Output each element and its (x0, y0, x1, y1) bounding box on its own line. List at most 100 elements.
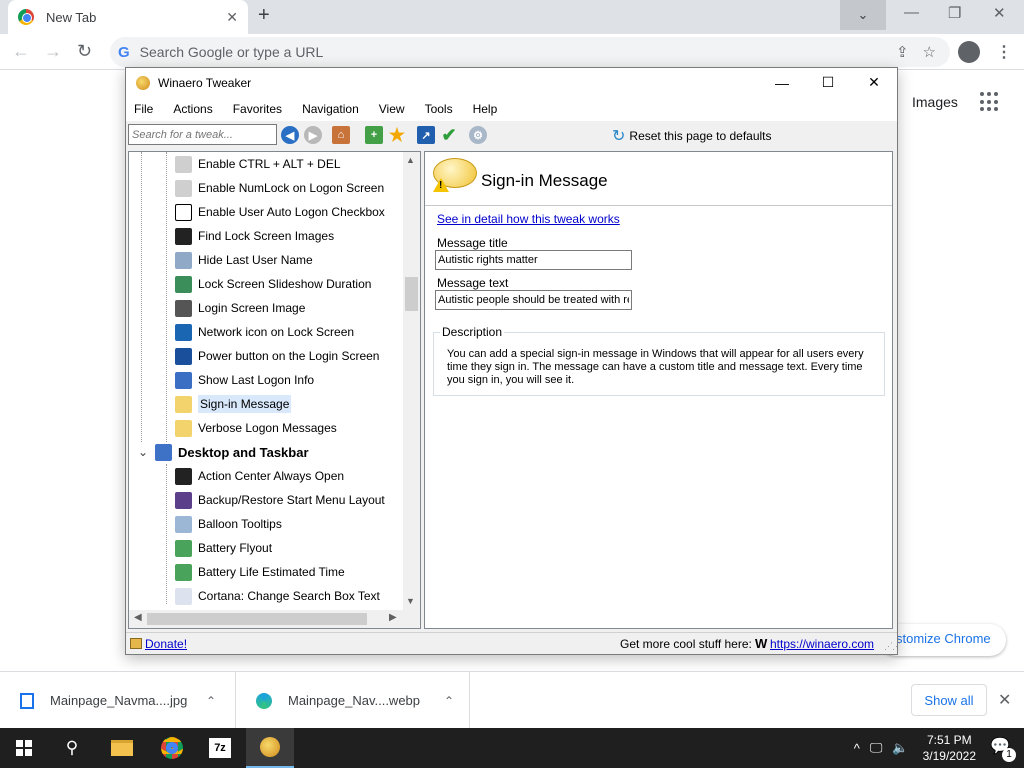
scroll-right-icon[interactable]: ▶ (389, 612, 397, 623)
winaero-website-link[interactable]: https://winaero.com (770, 637, 874, 651)
menu-tools[interactable]: Tools (425, 102, 453, 116)
tree-item[interactable]: Verbose Logon Messages (129, 416, 403, 440)
tab-new-tab[interactable]: New Tab ✕ (8, 0, 248, 34)
tree-item[interactable]: Network icon on Lock Screen (129, 320, 403, 344)
browser-close-button[interactable]: ✕ (993, 4, 1006, 22)
tree-item[interactable]: Find Lock Screen Images (129, 224, 403, 248)
tree-vertical-scrollbar[interactable]: ▲ ▼ (403, 152, 420, 610)
taskbar-winaero-tweaker[interactable] (246, 728, 294, 768)
menu-view[interactable]: View (379, 102, 405, 116)
window-minimize-button[interactable]: — (759, 75, 805, 91)
tree-item-label: Hide Last User Name (198, 253, 313, 267)
settings-gear-icon[interactable]: ⚙ (469, 126, 487, 144)
menu-favorites[interactable]: Favorites (233, 102, 282, 116)
taskbar-chrome[interactable] (148, 728, 196, 768)
tab-search-button[interactable]: ⌄ (840, 0, 886, 30)
download-item[interactable]: Mainpage_Nav....webp ⌃ (236, 672, 470, 729)
message-title-input[interactable] (435, 250, 632, 270)
download-options-chevron-icon[interactable]: ⌃ (206, 694, 216, 708)
tree-item[interactable]: Battery Flyout (129, 536, 403, 560)
tree-item-label: Lock Screen Slideshow Duration (198, 277, 372, 291)
tree-item-label: Enable User Auto Logon Checkbox (198, 205, 385, 219)
menu-actions[interactable]: Actions (173, 102, 212, 116)
forward-icon[interactable]: → (44, 41, 62, 62)
tree-category[interactable]: ⌄ Desktop and Taskbar (129, 440, 403, 464)
download-options-chevron-icon[interactable]: ⌃ (444, 694, 454, 708)
back-icon[interactable]: ← (12, 41, 30, 62)
tree-item[interactable]: Show Last Logon Info (129, 368, 403, 392)
collapse-chevron-icon[interactable]: ⌄ (133, 445, 153, 459)
tree-item-label: Find Lock Screen Images (198, 229, 335, 243)
taskbar-7zip[interactable]: 7z (196, 728, 244, 768)
window-close-button[interactable]: ✕ (851, 74, 897, 91)
tree-item[interactable]: Cortana: Change Search Box Text (129, 584, 403, 608)
chrome-menu-icon[interactable]: ⋮ (996, 42, 1012, 62)
star-icon[interactable]: ☆ (923, 43, 936, 61)
tree-item[interactable]: Action Center Always Open (129, 464, 403, 488)
tree-item[interactable]: Lock Screen Slideshow Duration (129, 272, 403, 296)
action-center-button[interactable]: 💬 1 (990, 736, 1016, 762)
download-item[interactable]: Mainpage_Navma....jpg ⌃ (0, 672, 236, 729)
start-button[interactable] (0, 728, 48, 768)
window-titlebar[interactable]: Winaero Tweaker — ☐ ✕ (126, 68, 897, 97)
tree-item[interactable]: Power button on the Login Screen (129, 344, 403, 368)
browser-restore-button[interactable]: ❐ (948, 4, 961, 22)
resize-grip-icon[interactable]: ⋰⋰ (884, 641, 901, 652)
donate-link[interactable]: Donate! (145, 637, 187, 651)
apply-check-icon[interactable]: ✔ (440, 125, 458, 145)
menu-help[interactable]: Help (473, 102, 498, 116)
close-downloads-icon[interactable]: ✕ (998, 690, 1011, 710)
add-favorite-icon[interactable]: + (365, 126, 383, 144)
message-text-input[interactable] (435, 290, 632, 310)
description-text: You can add a special sign-in message in… (447, 348, 864, 386)
shortcut-icon[interactable]: ↗ (417, 126, 435, 144)
tweak-search-input[interactable] (128, 124, 277, 145)
tree-horizontal-scrollbar[interactable]: ◀ ▶ (129, 610, 420, 628)
download-filename: Mainpage_Nav....webp (288, 693, 421, 708)
menu-file[interactable]: File (134, 102, 153, 116)
window-maximize-button[interactable]: ☐ (805, 74, 851, 91)
tree-item[interactable]: Sign-in Message (129, 392, 403, 416)
scroll-up-icon[interactable]: ▲ (406, 155, 415, 165)
share-icon[interactable]: ⇪ (896, 43, 909, 61)
reload-icon[interactable]: ↻ (77, 41, 92, 62)
taskbar-search-button[interactable]: ⚲ (48, 728, 96, 768)
network-icon[interactable]: 🖵 (870, 740, 883, 756)
scroll-down-icon[interactable]: ▼ (406, 596, 415, 606)
reset-page-label: Reset this page to defaults (629, 129, 772, 143)
browser-minimize-button[interactable]: — (904, 4, 919, 21)
scroll-thumb[interactable] (147, 613, 367, 625)
tree-item[interactable]: Enable NumLock on Logon Screen (129, 176, 403, 200)
tree-item[interactable]: Enable CTRL + ALT + DEL (129, 152, 403, 176)
tray-chevron-icon[interactable]: ^ (854, 741, 860, 756)
profile-avatar-icon[interactable] (958, 41, 980, 63)
font-icon (175, 587, 192, 605)
back-arrow-icon[interactable]: ◀ (281, 126, 299, 144)
tree-item[interactable]: Enable User Auto Logon Checkbox (129, 200, 403, 224)
tree-item[interactable]: Battery Life Estimated Time (129, 560, 403, 584)
scroll-thumb[interactable] (405, 277, 418, 311)
new-tab-button[interactable]: + (258, 4, 270, 27)
google-apps-icon[interactable] (980, 92, 1000, 112)
tweak-detail-link[interactable]: See in detail how this tweak works (437, 212, 620, 226)
close-tab-icon[interactable]: ✕ (226, 9, 238, 26)
omnibox[interactable]: G Search Google or type a URL ⇪ ☆ (110, 37, 950, 67)
volume-icon[interactable]: 🔈 (892, 740, 908, 756)
menu-navigation[interactable]: Navigation (302, 102, 359, 116)
scroll-left-icon[interactable]: ◀ (134, 612, 142, 623)
tree-item[interactable]: Backup/Restore Start Menu Layout (129, 488, 403, 512)
favorites-star-icon[interactable]: ★ (388, 125, 406, 145)
download-filename: Mainpage_Navma....jpg (50, 693, 188, 708)
windows-logo-icon (16, 740, 32, 756)
tree-item[interactable]: Hide Last User Name (129, 248, 403, 272)
winaero-app-icon (136, 75, 150, 90)
taskbar-file-explorer[interactable] (98, 728, 146, 768)
tree-item[interactable]: Balloon Tooltips (129, 512, 403, 536)
home-icon[interactable]: ⌂ (332, 126, 350, 144)
ntp-images-link[interactable]: Images (912, 94, 958, 110)
show-all-downloads-button[interactable]: Show all (911, 684, 987, 716)
forward-arrow-icon[interactable]: ▶ (304, 126, 322, 144)
clock[interactable]: 7:51 PM 3/19/2022 (923, 732, 976, 764)
tree-item[interactable]: Login Screen Image (129, 296, 403, 320)
reset-page-button[interactable]: ↻ Reset this page to defaults (612, 126, 772, 146)
